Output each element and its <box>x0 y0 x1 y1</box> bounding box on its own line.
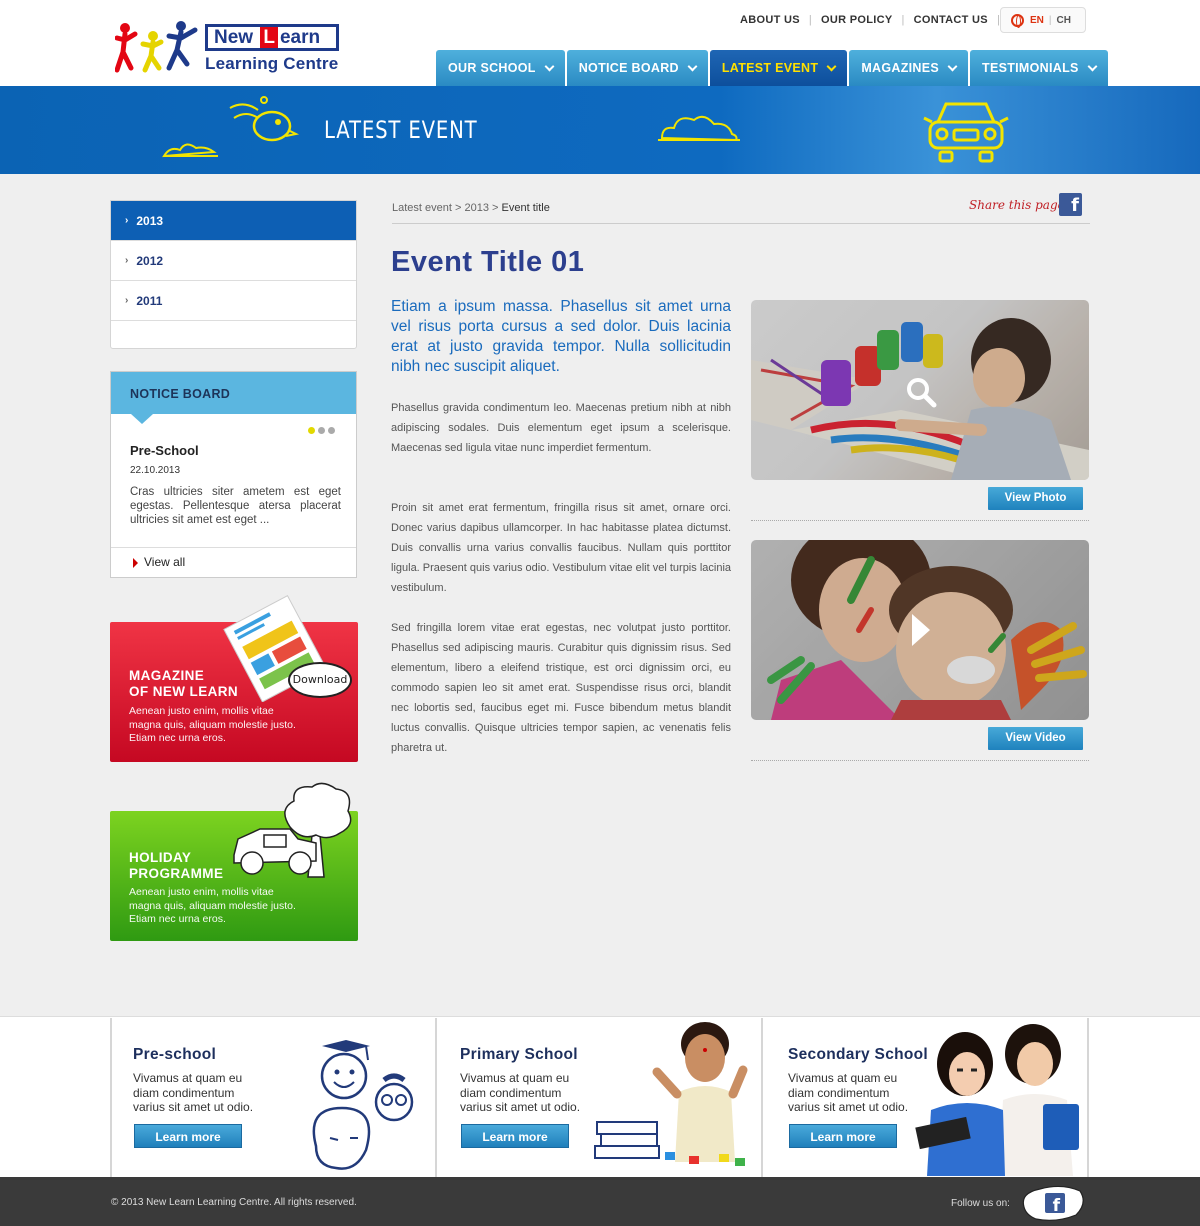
our-policy-link[interactable]: OUR POLICY <box>821 14 892 26</box>
kids-doodle-icon <box>312 1040 414 1170</box>
year-item-2011[interactable]: › 2011 <box>111 281 356 321</box>
chevron-down-icon <box>1087 61 1098 71</box>
notice-excerpt: Cras ultricies siter ametem est eget ege… <box>130 486 341 526</box>
chevron-right-icon: › <box>125 295 129 306</box>
carousel-dot[interactable] <box>328 427 335 434</box>
chevron-right-icon: › <box>125 255 129 266</box>
holiday-text: Aenean justo enim, mollis vitae magna qu… <box>129 886 296 925</box>
play-icon[interactable] <box>910 612 932 648</box>
about-us-link[interactable]: ABOUT US <box>740 14 800 26</box>
logo-subtitle: Learning Centre <box>205 54 339 73</box>
lang-en[interactable]: EN <box>1030 15 1044 26</box>
magazine-title: MAGAZINE OF NEW LEARN <box>129 668 239 699</box>
view-video-button[interactable]: View Video <box>988 727 1083 750</box>
nav-notice-board[interactable]: NOTICE BOARD <box>566 50 708 86</box>
preschool-card: Pre-school Vivamus at quam eu diam condi… <box>110 1018 436 1177</box>
svg-text:f: f <box>1053 1196 1061 1216</box>
primary-school-text: Vivamus at quam eu diam condimentum vari… <box>460 1071 581 1114</box>
event-paragraph: Proin sit amet erat fermentum, fringilla… <box>391 502 731 594</box>
language-switcher: EN | CH <box>1000 7 1086 33</box>
site-header: New Learn Learning Centre ABOUT US | OUR… <box>0 0 1200 86</box>
banner-title: LATEST EVENT <box>324 116 478 144</box>
chevron-down-icon <box>544 61 555 71</box>
contact-us-link[interactable]: CONTACT US <box>914 14 988 26</box>
secondary-school-learn-more-button[interactable]: Learn more <box>789 1124 897 1148</box>
divider <box>751 520 1089 521</box>
nav-magazines[interactable]: MAGAZINES <box>849 50 969 86</box>
holiday-programme-promo[interactable]: HOLIDAY PROGRAMME Aenean justo enim, moll… <box>110 782 358 941</box>
notice-board-widget: NOTICE BOARD Pre-School 22.10.2013 Cras … <box>110 371 357 578</box>
logo[interactable]: New Learn Learning Centre <box>115 20 345 76</box>
preschool-title: Pre-school <box>133 1046 217 1063</box>
secondary-school-title: Secondary School <box>788 1046 929 1063</box>
event-lead: Etiam a ipsum massa. Phasellus sit amet … <box>391 298 731 375</box>
separator: | <box>1048 14 1052 26</box>
nav-our-school[interactable]: OUR SCHOOL <box>436 50 565 86</box>
chevron-down-icon <box>687 61 698 71</box>
breadcrumb-2013[interactable]: 2013 <box>464 202 488 214</box>
globe-icon <box>1011 13 1024 28</box>
breadcrumb-latest-event[interactable]: Latest event <box>392 202 452 214</box>
year-list: › 2013 › 2012 › 2011 <box>110 200 357 349</box>
page-banner: LATEST EVENT <box>0 86 1200 174</box>
kids-logo-icon <box>115 21 198 73</box>
top-links: ABOUT US | OUR POLICY | CONTACT US | <box>740 14 1009 26</box>
students-image <box>915 1024 1079 1176</box>
view-photo-button[interactable]: View Photo <box>988 487 1083 510</box>
breadcrumb: Latest event > 2013 > Event title <box>392 202 550 214</box>
lang-ch[interactable]: CH <box>1057 15 1071 26</box>
notice-date: 22.10.2013 <box>130 465 181 476</box>
breadcrumb-current: Event title <box>501 202 550 214</box>
copyright: © 2013 New Learn Learning Centre. All ri… <box>111 1197 357 1208</box>
secondary-school-card: Secondary School Vivamus at quam eu diam… <box>761 1018 1089 1177</box>
share-label: Share this page: <box>969 198 1069 212</box>
carousel-dot[interactable] <box>318 427 325 434</box>
cloud-doodle-icon <box>658 115 740 142</box>
nav-testimonials[interactable]: TESTIMONIALS <box>970 50 1108 86</box>
primary-school-learn-more-button[interactable]: Learn more <box>461 1124 569 1148</box>
download-bubble[interactable]: Download <box>288 662 352 698</box>
carousel-dots[interactable] <box>308 427 335 434</box>
event-title: Event Title 01 <box>391 246 585 278</box>
view-all-link[interactable]: View all <box>111 547 356 577</box>
breadcrumb-separator: > <box>488 202 502 214</box>
year-item-2012[interactable]: › 2012 <box>111 241 356 281</box>
notice-board-heading: NOTICE BOARD <box>111 372 356 424</box>
breadcrumb-separator: > <box>451 202 465 214</box>
notice-title[interactable]: Pre-School <box>130 443 199 458</box>
tree-car-doodle-icon <box>233 782 352 878</box>
main-nav: OUR SCHOOL NOTICE BOARD LATEST EVENT MAG… <box>436 50 1110 86</box>
secondary-school-text: Vivamus at quam eu diam condimentum vari… <box>788 1071 909 1114</box>
divider <box>392 223 1090 224</box>
facebook-share-icon[interactable]: f <box>1059 193 1082 216</box>
primary-school-title: Primary School <box>460 1046 578 1063</box>
separator: | <box>808 14 813 26</box>
car-doodle-icon <box>923 102 1009 163</box>
event-video[interactable] <box>751 540 1089 720</box>
event-paragraph: Sed fringilla lorem vitae erat egestas, … <box>391 622 731 754</box>
follow-us-label: Follow us on: <box>951 1198 1010 1209</box>
event-photo[interactable] <box>751 300 1089 480</box>
facebook-follow-icon[interactable]: f <box>1018 1183 1088 1223</box>
search-icon[interactable] <box>905 376 937 408</box>
year-item-2013[interactable]: › 2013 <box>111 201 356 241</box>
chevron-down-icon <box>826 61 837 71</box>
magazine-text: Aenean justo enim, mollis vitae magna qu… <box>129 705 296 744</box>
chevron-down-icon <box>947 61 958 71</box>
carousel-dot[interactable] <box>308 427 315 434</box>
child-books-image <box>594 1022 748 1166</box>
separator: | <box>901 14 905 26</box>
nav-latest-event[interactable]: LATEST EVENT <box>709 50 848 86</box>
primary-school-card: Primary School Vivamus at quam eu diam c… <box>435 1018 762 1177</box>
holiday-title: HOLIDAY PROGRAMME <box>129 850 224 881</box>
divider <box>751 760 1089 761</box>
event-paragraph: Phasellus gravida condimentum leo. Maece… <box>391 402 731 454</box>
preschool-learn-more-button[interactable]: Learn more <box>134 1124 242 1148</box>
magazine-promo[interactable]: Download MAGAZINE OF NEW LEARN Aenean jus… <box>110 594 358 762</box>
bird-doodle-icon <box>162 96 300 158</box>
chevron-right-icon: › <box>125 215 129 226</box>
preschool-text: Vivamus at quam eu diam condimentum vari… <box>133 1071 254 1114</box>
logo-wordmark: New Learn <box>205 24 339 51</box>
